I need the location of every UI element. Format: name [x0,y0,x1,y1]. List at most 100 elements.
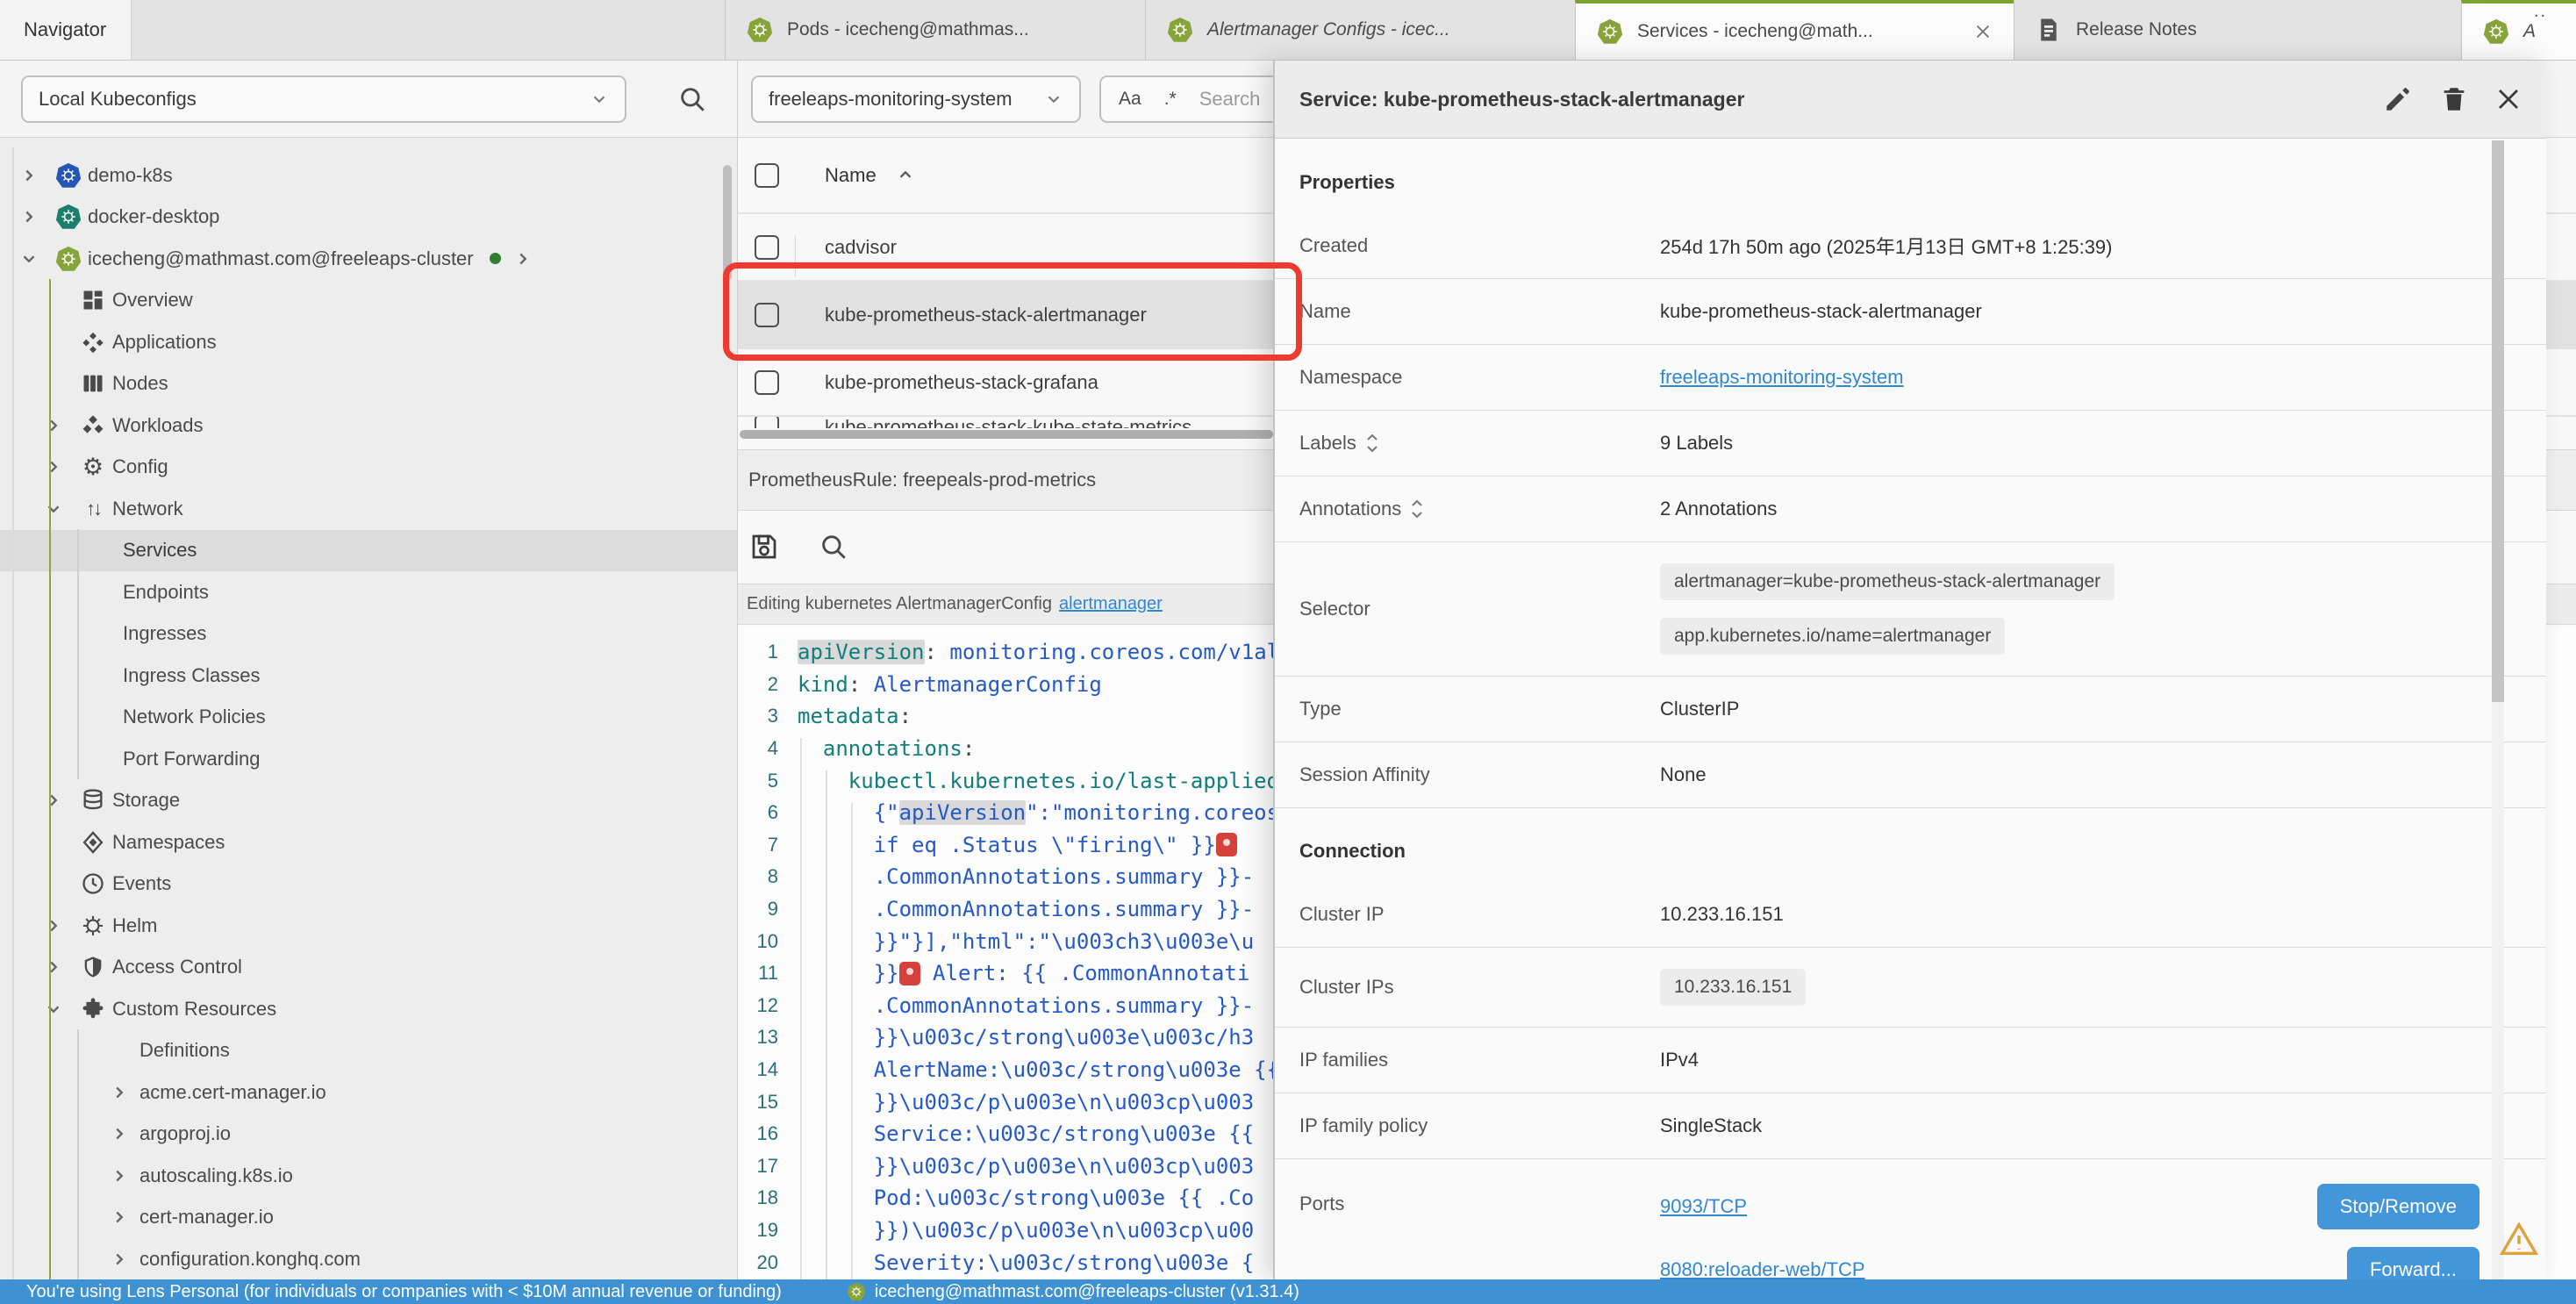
edit-pencil-icon[interactable] [2383,84,2413,114]
stop-remove-button[interactable]: Stop/Remove [2317,1184,2479,1229]
namespace-selector[interactable]: freeleaps-monitoring-system [751,75,1081,123]
row-checkbox[interactable] [755,235,779,260]
tab-overflow[interactable]: A [2461,0,2576,60]
sidebar-item-ingresses[interactable]: Ingresses [0,613,737,656]
alertmanagerconfig-link[interactable]: alertmanager [1059,594,1163,614]
access-icon [74,955,112,979]
sidebar-item-acme-cert-manager-io[interactable]: acme.cert-manager.io [0,1071,737,1114]
detail-value: ClusterIP [1660,698,1739,720]
line-number: 11 [738,962,778,985]
code-token: metadata [798,704,899,728]
service-details-drawer: Service: kube-prometheus-stack-alertmana… [1273,61,2546,1279]
row-checkbox[interactable] [755,303,779,327]
sidebar-item-overview[interactable]: Overview [0,280,737,322]
sidebar-item-network[interactable]: ↑↓Network [0,488,737,530]
code-token: apiVersion [899,800,1027,825]
detail-label: Cluster IP [1299,903,1660,926]
service-name-cell: kube-prometheus-stack-alertmanager [825,304,1147,326]
sidebar-item-argoproj-io[interactable]: argoproj.io [0,1114,737,1156]
match-case-toggle[interactable]: Aa [1119,89,1141,110]
delete-trash-icon[interactable] [2439,84,2469,114]
chevron-right-icon[interactable] [110,1250,140,1269]
sidebar-item-events[interactable]: Events [0,863,737,906]
line-number: 12 [738,994,778,1017]
warning-triangle-icon [2499,1219,2539,1259]
sidebar-item-demo-k8s[interactable]: demo-k8s [0,154,737,197]
sidebar-item-endpoints[interactable]: Endpoints [0,571,737,613]
sidebar-item-port-forwarding[interactable]: Port Forwarding [0,738,737,780]
sidebar-item-label: configuration.konghq.com [140,1248,361,1271]
port-link[interactable]: 8080:reloader-web/TCP [1660,1258,1865,1279]
chevron-right-icon[interactable] [110,1124,140,1143]
sidebar-item-definitions[interactable]: Definitions [0,1030,737,1072]
chevron-right-icon[interactable] [110,1083,140,1102]
sidebar-item-access-control[interactable]: Access Control [0,947,737,989]
tab-services-icecheng-math-[interactable]: Services - icecheng@math... [1575,0,2014,60]
chevron-right-icon[interactable] [110,1166,140,1186]
expand-collapse-icon[interactable] [1365,432,1379,455]
save-icon[interactable] [748,531,780,562]
sidebar-item-ingress-classes[interactable]: Ingress Classes [0,655,737,697]
storage-icon [74,788,112,813]
forward--button[interactable]: Forward... [2347,1247,2479,1279]
sidebar-item-namespaces[interactable]: Namespaces [0,821,737,863]
sidebar-item-network-policies[interactable]: Network Policies [0,697,737,739]
sidebar-item-storage[interactable]: Storage [0,780,737,822]
code-token: {" [798,800,899,825]
code-token: annotations [823,736,962,761]
details-title: Service: kube-prometheus-stack-alertmana… [1299,88,1744,111]
table-horizontal-scrollbar[interactable] [740,430,1273,439]
sidebar-item-helm[interactable]: Helm [0,905,737,947]
sidebar-item-custom-resources[interactable]: Custom Resources [0,988,737,1030]
chevron-down-icon[interactable] [19,249,49,269]
sidebar-item-label: Overview [112,289,193,312]
code-token: .CommonAnnotations.summary }}- [798,864,1254,889]
name-column-header[interactable]: Name [825,164,877,187]
sidebar-item-applications[interactable]: Applications [0,321,737,363]
tab-pods-icecheng-mathmas-[interactable]: Pods - icecheng@mathmas... [725,0,1145,60]
select-all-checkbox[interactable] [755,163,779,188]
close-icon[interactable] [2495,86,2522,112]
sidebar-item-label: Network Policies [123,706,266,728]
search-icon[interactable] [677,84,707,114]
chevron-right-icon[interactable] [513,249,533,269]
chevron-right-icon[interactable] [19,166,49,185]
sort-ascending-icon[interactable] [896,166,915,185]
overview-icon [74,288,112,312]
sidebar-item-docker-desktop[interactable]: docker-desktop [0,197,737,239]
detail-row-type: TypeClusterIP [1275,677,2546,742]
port-link[interactable]: 9093/TCP [1660,1195,1747,1218]
details-scrollbar-thumb[interactable] [2492,140,2504,702]
chevron-right-icon[interactable] [19,207,49,226]
chevron-right-icon[interactable] [110,1207,140,1227]
row-checkbox[interactable] [755,416,779,428]
namespace-link[interactable]: freeleaps-monitoring-system [1660,366,1904,388]
line-number: 5 [738,770,778,792]
tab-alertmanager-configs-ice[interactable]: Alertmanager Configs - icec... [1145,0,1575,60]
editor-search-icon[interactable] [819,532,848,562]
code-token: Pod:\u003c/strong\u003e {{ .Co [798,1186,1254,1210]
row-checkbox[interactable] [755,370,779,395]
status-bar: You're using Lens Personal (for individu… [0,1279,2576,1304]
regex-toggle[interactable]: .* [1164,89,1177,110]
sidebar-item-nodes[interactable]: Nodes [0,363,737,405]
sidebar-item-workloads[interactable]: Workloads [0,405,737,447]
expand-collapse-icon[interactable] [1410,498,1424,520]
active-cluster-status[interactable]: icecheng@mathmast.com@freeleaps-cluster … [847,1282,1299,1302]
kubeconfig-selector[interactable]: Local Kubeconfigs [21,75,626,123]
sidebar-scrollbar[interactable] [723,165,732,281]
detail-row-labels: Labels9 Labels [1275,411,2546,476]
sidebar-item-label: Namespaces [112,831,225,854]
code-token: .CommonAnnotations.summary }}- [798,897,1254,921]
line-number: 1 [738,641,778,663]
sidebar-item-autoscaling-k8s-io[interactable]: autoscaling.k8s.io [0,1155,737,1197]
detail-label: Ports [1299,1193,1660,1215]
sidebar-item-config[interactable]: ⚙Config [0,447,737,489]
close-tab-icon[interactable] [1973,22,1993,41]
tab-release-notes[interactable]: Release Notes [2014,0,2461,60]
sidebar-item-services[interactable]: Services [0,530,737,572]
sidebar-item-configuration-konghq-com[interactable]: configuration.konghq.com [0,1238,737,1279]
sidebar-item-icecheng-mathmast-com-freeleaps-cluster[interactable]: icecheng@mathmast.com@freeleaps-cluster [0,238,737,280]
sidebar-item-cert-manager-io[interactable]: cert-manager.io [0,1197,737,1239]
code-token: : [962,736,975,761]
